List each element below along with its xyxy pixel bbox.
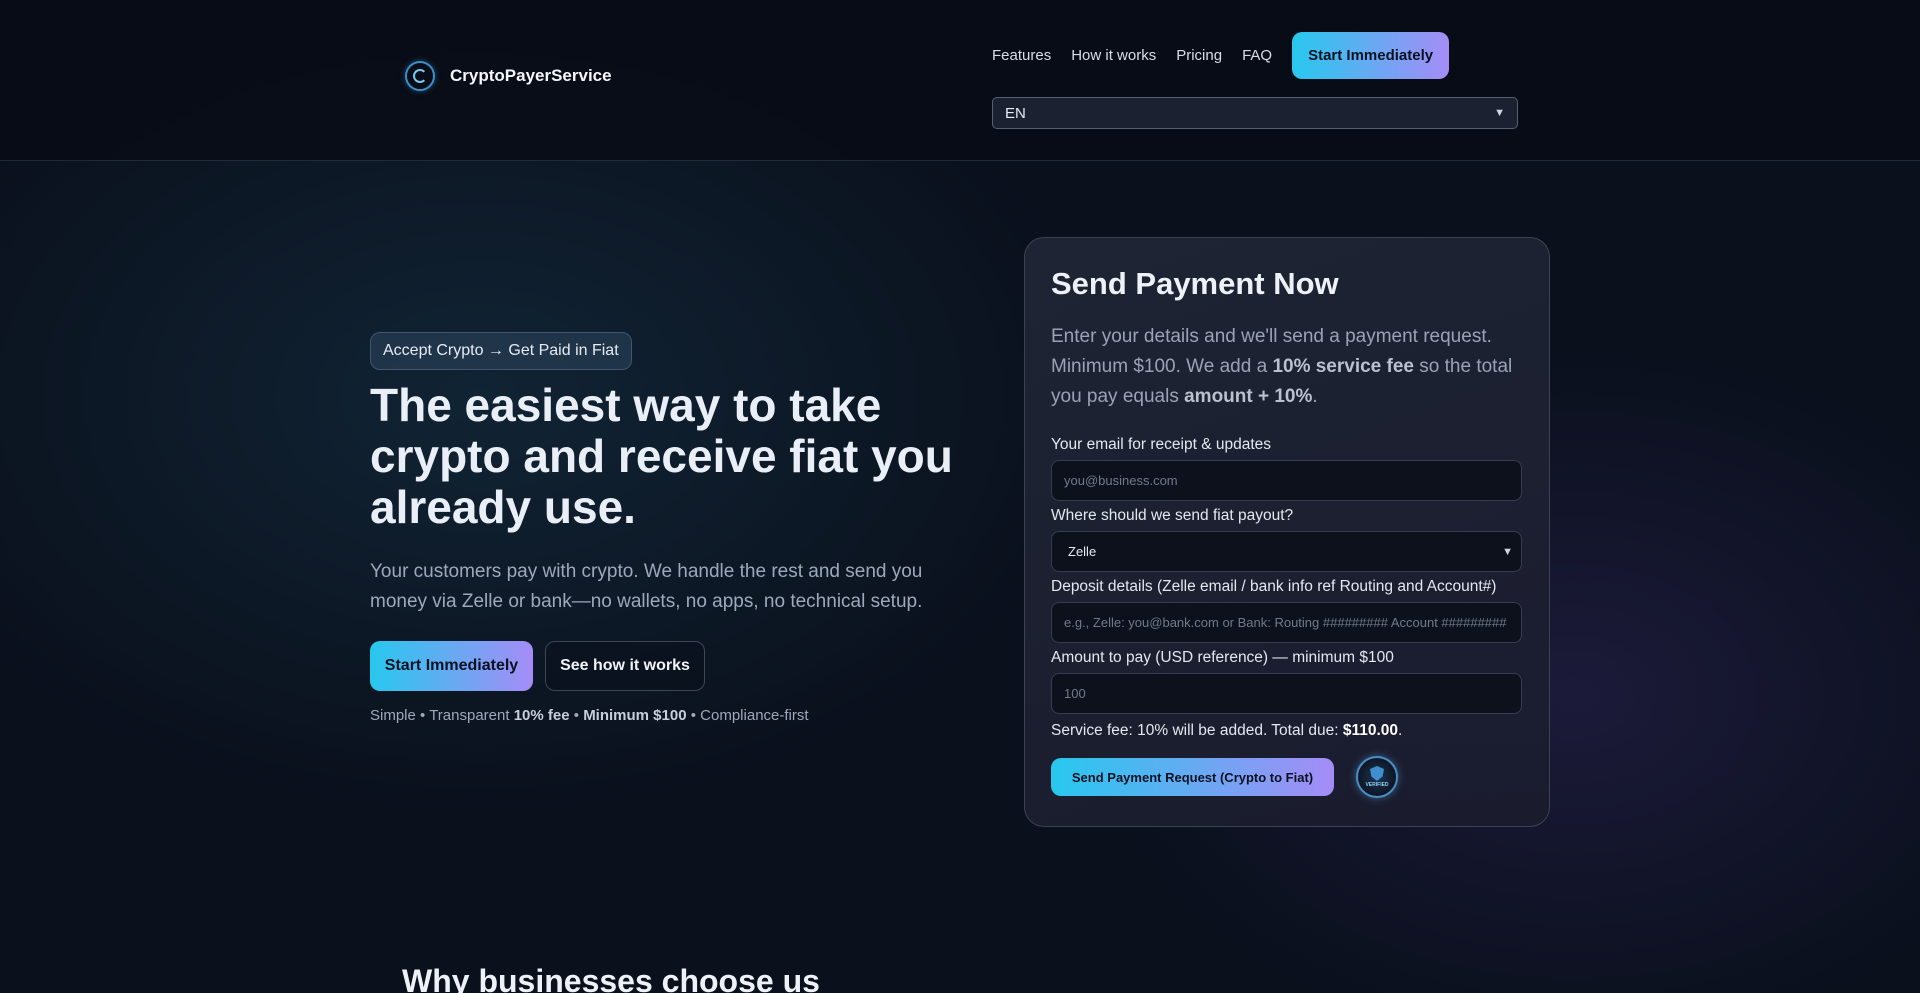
amount-label: Amount to pay (USD reference) — minimum … [1051,649,1394,666]
logo-c-icon [405,61,435,91]
site-header: CryptoPayerService Features How it works… [0,0,1920,161]
chevron-down-icon: ▼ [1502,545,1513,558]
why-section-title: Why businesses choose us [402,962,820,993]
payout-label: Where should we send fiat payout? [1051,507,1294,524]
badge-text: VERIFIED [1365,782,1389,788]
main-nav: Features How it works Pricing FAQ Start … [992,32,1450,79]
payout-value: Zelle [1068,544,1097,559]
hero-pill: Accept Crypto → Get Paid in Fiat [370,332,632,370]
hero-section: Accept Crypto → Get Paid in Fiat The eas… [370,332,970,724]
deposit-details-field[interactable]: e.g., Zelle: you@bank.com or Bank: Routi… [1051,602,1522,643]
nav-link-how-it-works[interactable]: How it works [1071,47,1156,64]
fee-summary: Service fee: 10% will be added. Total du… [1051,722,1403,739]
hero-title: The easiest way to take crypto and recei… [370,379,953,533]
total-due: $110.00 [1342,722,1399,739]
payment-form-card: Send Payment Now Enter your details and … [1024,237,1550,827]
nav-link-features[interactable]: Features [992,47,1051,64]
brand-name: CryptoPayerService [450,66,612,85]
deposit-label: Deposit details (Zelle email / bank info… [1051,578,1497,595]
hero-description: Your customers pay with crypto. We handl… [370,561,923,612]
see-how-it-works-button[interactable]: See how it works [545,641,705,691]
chevron-down-icon: ▼ [1494,107,1505,119]
hero-start-button[interactable]: Start Immediately [370,641,533,691]
amount-field[interactable]: 100 [1051,673,1522,714]
email-field[interactable]: you@business.com [1051,460,1522,501]
send-payment-request-button[interactable]: Send Payment Request (Crypto to Fiat) [1051,758,1334,796]
hero-note: Simple • Transparent 10% fee • Minimum $… [370,707,809,724]
email-placeholder: you@business.com [1064,473,1178,488]
deposit-placeholder: e.g., Zelle: you@bank.com or Bank: Routi… [1064,615,1507,630]
verified-shield-icon: VERIFIED [1356,756,1398,798]
nav-link-pricing[interactable]: Pricing [1176,47,1222,64]
email-label: Your email for receipt & updates [1051,436,1271,453]
form-title: Send Payment Now [1051,266,1339,301]
form-description: Enter your details and we'll send a paym… [1051,326,1513,407]
form-actions: Send Payment Request (Crypto to Fiat) VE… [1051,756,1523,798]
amount-placeholder: 100 [1064,686,1086,701]
language-value: EN [1005,104,1026,122]
nav-link-faq[interactable]: FAQ [1242,47,1272,64]
hero-buttons: Start Immediately See how it works [370,641,970,691]
language-select[interactable]: EN ▼ [992,97,1518,129]
brand[interactable]: CryptoPayerService [405,61,612,91]
nav-start-button[interactable]: Start Immediately [1292,32,1450,79]
payout-method-select[interactable]: Zelle ▼ [1051,531,1522,572]
